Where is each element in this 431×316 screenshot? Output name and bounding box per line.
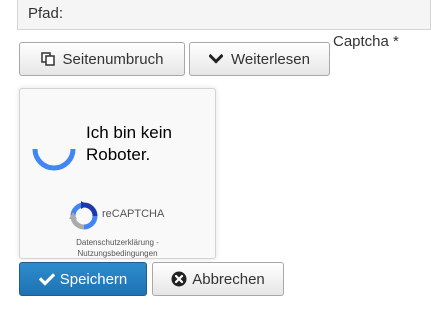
copy-icon [40,52,55,66]
terms-link[interactable]: Nutzungsbedingungen [77,249,157,258]
captcha-label: Captcha * [333,33,399,50]
links-separator: - [153,238,159,247]
edit-form: Pfad: Seitenumbruch Weiterlesen Captcha … [0,0,431,316]
times-circle-icon [171,271,187,287]
path-bar: Pfad: [17,0,431,30]
recaptcha-brand: reCAPTCHA [102,208,165,220]
readmore-label: Weiterlesen [231,50,310,68]
recaptcha-checkbox-text: Ich bin kein Roboter. [86,123,172,164]
privacy-link[interactable]: Datenschutzerklärung [76,238,154,247]
chevron-down-icon [209,53,224,65]
pagebreak-button[interactable]: Seitenumbruch [19,42,185,76]
save-label: Speichern [59,270,128,288]
cancel-button[interactable]: Abbrechen [152,262,284,296]
cancel-label: Abbrechen [192,270,265,288]
recaptcha-logo-icon [69,201,99,231]
recaptcha-widget: Ich bin kein Roboter. reCAPTCHA Datensch… [19,88,216,259]
pagebreak-label: Seitenumbruch [62,50,164,68]
save-button[interactable]: Speichern [19,262,147,296]
recaptcha-links: Datenschutzerklärung - Nutzungsbedingung… [20,237,215,258]
path-label: Pfad: [28,5,64,22]
check-icon [38,272,55,286]
loading-spinner-icon[interactable] [30,125,78,173]
readmore-button[interactable]: Weiterlesen [189,42,330,76]
